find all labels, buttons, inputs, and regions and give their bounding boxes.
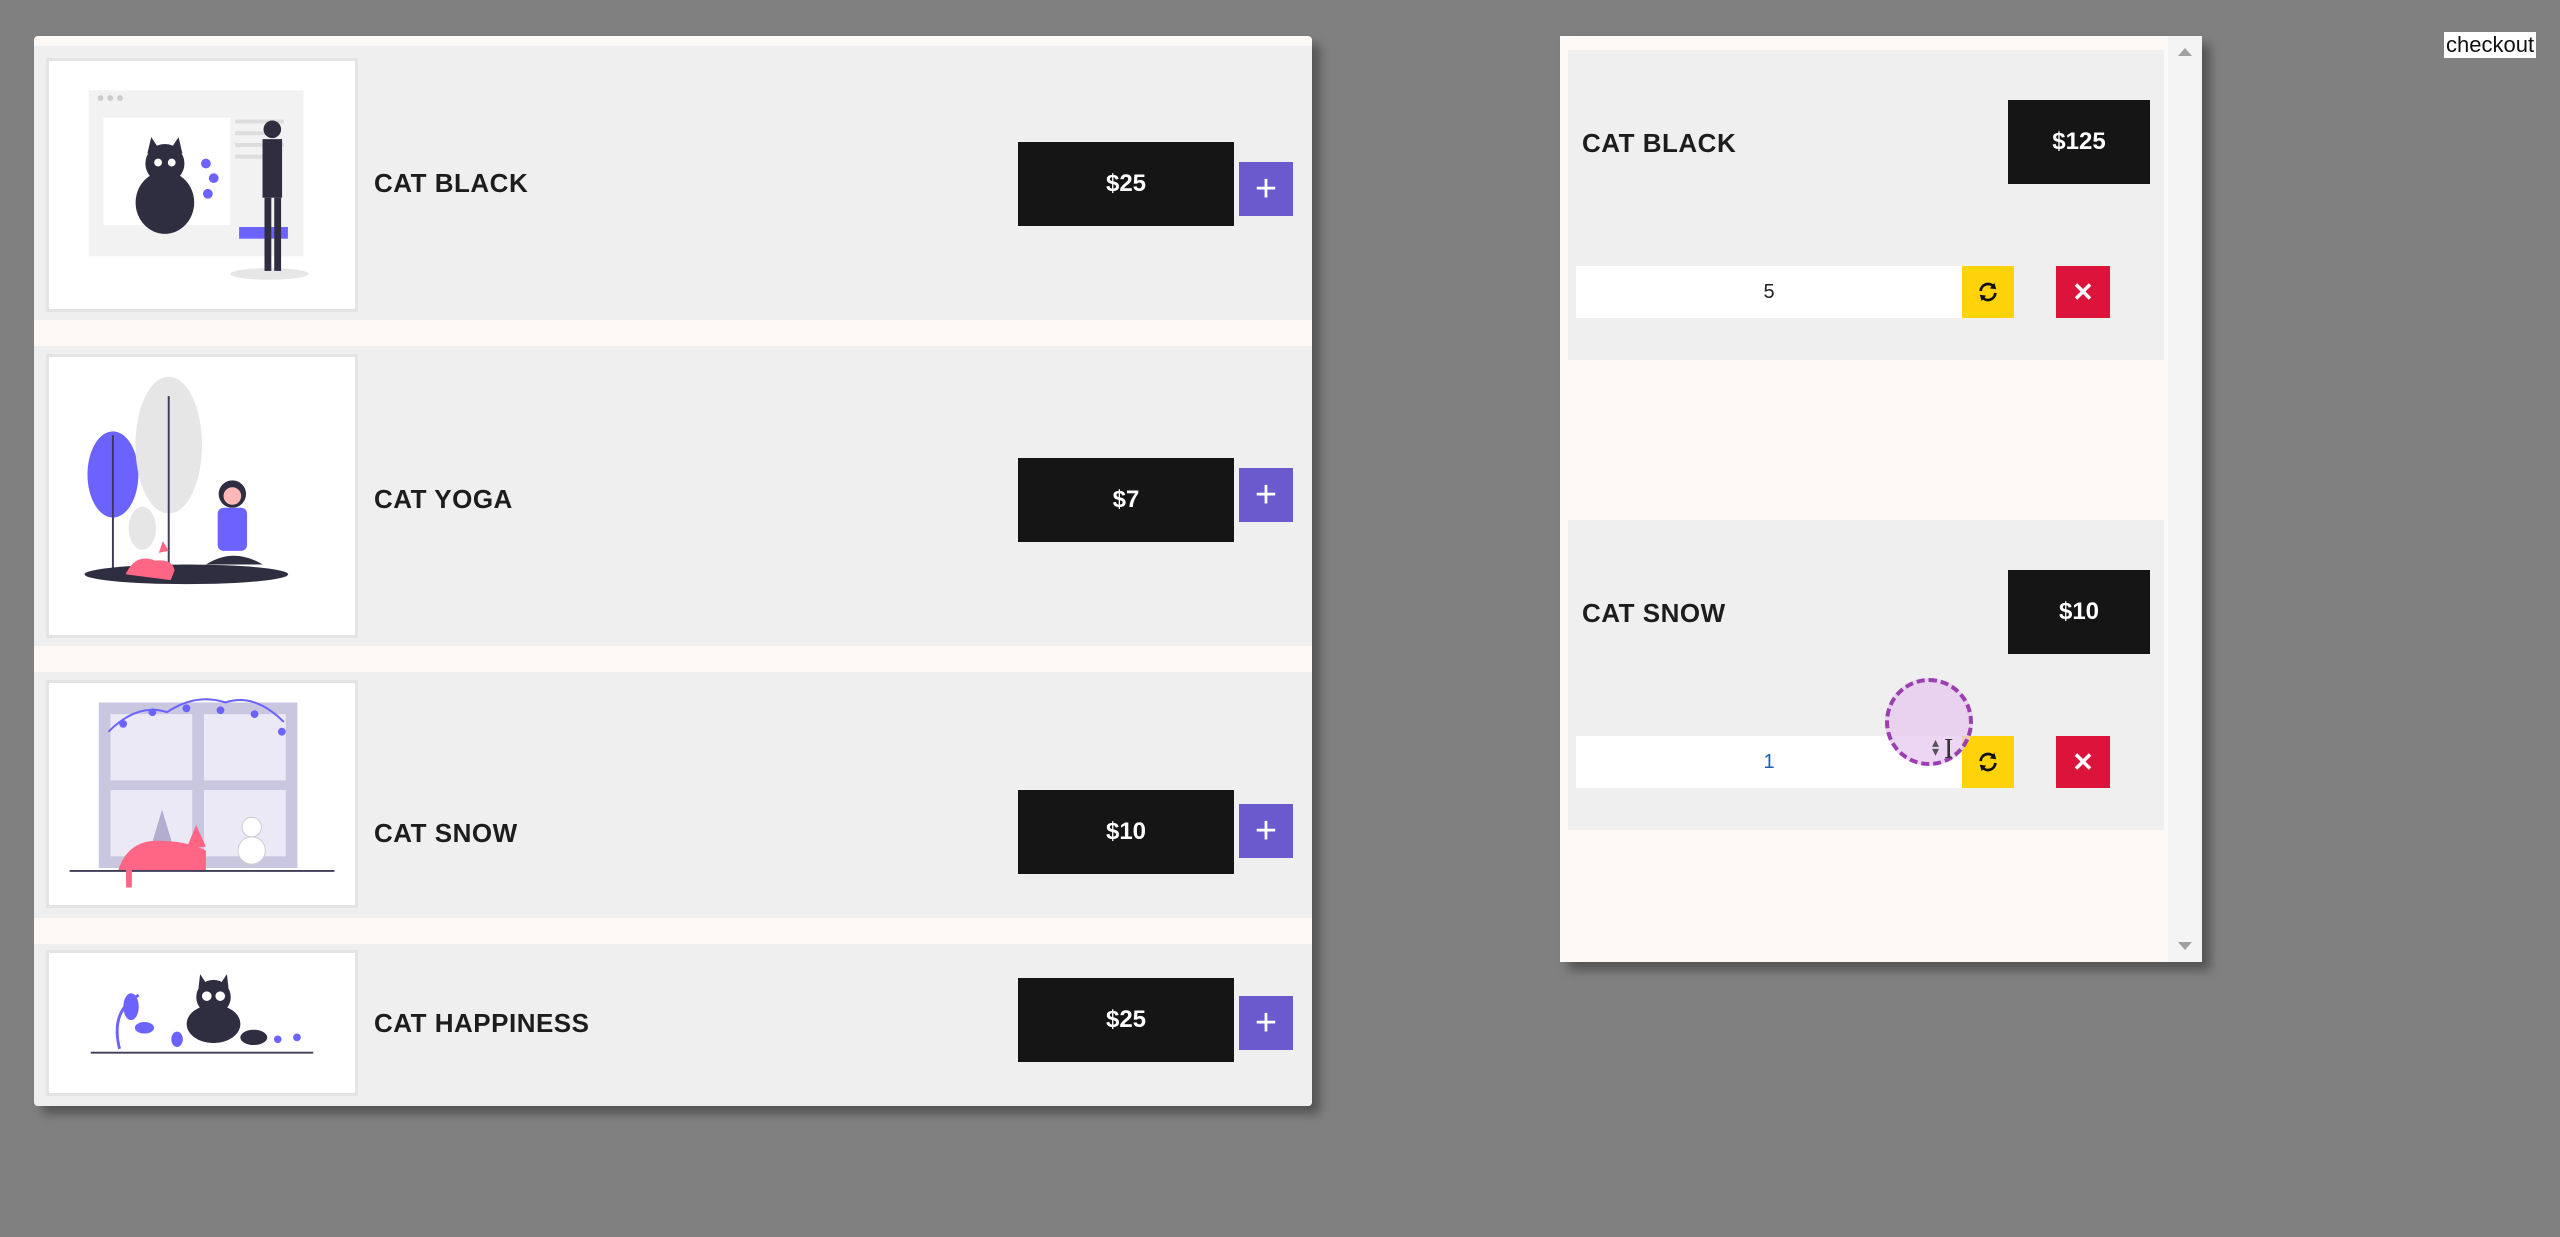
product-price: $25 bbox=[1018, 978, 1234, 1062]
add-to-cart-button[interactable]: + bbox=[1239, 804, 1293, 858]
refresh-icon bbox=[1979, 282, 1997, 302]
cursor-highlight bbox=[1885, 678, 1973, 766]
cart-scrollbar[interactable] bbox=[2168, 36, 2202, 962]
product-row-cat-black: CAT BLACK $25 + bbox=[34, 46, 1312, 320]
refresh-icon bbox=[1979, 752, 1997, 772]
scroll-down-arrow-icon[interactable] bbox=[2178, 942, 2192, 950]
cat-black-illustration-icon bbox=[88, 90, 309, 280]
spinner-arrows-icon[interactable]: ▴ ▾ bbox=[1932, 735, 1939, 758]
product-name: CAT SNOW bbox=[374, 818, 518, 848]
product-name: CAT BLACK bbox=[374, 168, 529, 198]
product-row-cat-snow: CAT SNOW $10 + bbox=[34, 672, 1312, 918]
remove-button[interactable]: ✕ bbox=[2056, 266, 2110, 318]
cat-happiness-image bbox=[46, 950, 358, 1096]
cat-black-image bbox=[46, 58, 358, 312]
quantity-input[interactable] bbox=[1576, 266, 1962, 318]
cart-item-name: CAT BLACK bbox=[1582, 128, 1737, 158]
text-cursor-icon: I bbox=[1944, 734, 1954, 765]
product-price: $7 bbox=[1018, 458, 1234, 542]
scroll-up-arrow-icon[interactable] bbox=[2178, 48, 2192, 56]
cart-item-name: CAT SNOW bbox=[1582, 598, 1726, 628]
add-to-cart-button[interactable]: + bbox=[1239, 996, 1293, 1050]
remove-button[interactable]: ✕ bbox=[2056, 736, 2110, 788]
add-to-cart-button[interactable]: + bbox=[1239, 162, 1293, 216]
refresh-button[interactable] bbox=[1962, 736, 2014, 788]
product-row-cat-happiness: CAT HAPPINESS $25 + bbox=[34, 944, 1312, 1106]
cart-panel: CAT BLACK $125 ✕ CAT SNOW $10 ✕ bbox=[1560, 36, 2202, 962]
cat-yoga-illustration-icon bbox=[84, 376, 289, 585]
add-to-cart-button[interactable]: + bbox=[1239, 468, 1293, 522]
cart-item-cat-snow: CAT SNOW $10 ✕ bbox=[1568, 520, 2164, 830]
product-list-panel: CAT BLACK $25 + CAT YOGA $7 + CAT SNOW $… bbox=[34, 36, 1312, 1106]
cart-item-cat-black: CAT BLACK $125 ✕ bbox=[1568, 50, 2164, 360]
checkout-button[interactable]: checkout bbox=[2444, 32, 2537, 58]
cat-snow-image bbox=[46, 680, 358, 908]
product-name: CAT YOGA bbox=[374, 484, 513, 514]
cat-snow-illustration-icon bbox=[69, 698, 335, 888]
product-name: CAT HAPPINESS bbox=[374, 1008, 590, 1038]
cat-yoga-image bbox=[46, 354, 358, 638]
cat-happiness-illustration-icon bbox=[90, 974, 314, 1054]
cart-item-price: $125 bbox=[2008, 100, 2150, 184]
product-price: $10 bbox=[1018, 790, 1234, 874]
product-row-cat-yoga: CAT YOGA $7 + bbox=[34, 346, 1312, 646]
product-price: $25 bbox=[1018, 142, 1234, 226]
cart-item-price: $10 bbox=[2008, 570, 2150, 654]
refresh-button[interactable] bbox=[1962, 266, 2014, 318]
